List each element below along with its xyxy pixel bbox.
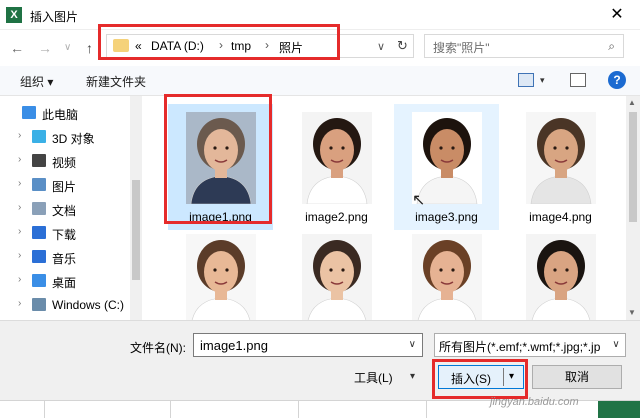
sidebar-item[interactable]: 此电脑: [0, 102, 132, 124]
drive-icon: [32, 298, 46, 311]
file-name: image2.png: [305, 210, 368, 224]
file-thumbnail[interactable]: image4.png: [508, 104, 613, 230]
filename-label: 文件名(N):: [130, 341, 186, 355]
sidebar-item-label: 文档: [52, 204, 77, 218]
file-name: image4.png: [529, 210, 592, 224]
download-icon: [32, 226, 46, 239]
portrait-photo: [412, 234, 482, 320]
file-thumbnail[interactable]: [168, 226, 273, 320]
command-toolbar: 组织 ▾ 新建文件夹 ▾ ?: [0, 66, 640, 96]
expand-arrow-icon[interactable]: ›: [18, 178, 21, 189]
navigation-bar: ← → ∨ ↑ « DATA (D:) › tmp › 照片 ∨ ↻ 搜索"照片…: [0, 24, 640, 64]
cube-icon: [32, 130, 46, 143]
expand-arrow-icon[interactable]: ›: [18, 226, 21, 237]
refresh-icon[interactable]: ↻: [397, 38, 408, 54]
expand-arrow-icon[interactable]: ›: [18, 130, 21, 141]
preview-pane-icon[interactable]: [570, 73, 586, 87]
file-thumbnail[interactable]: image3.png: [394, 104, 499, 230]
close-button[interactable]: ✕: [594, 0, 640, 30]
help-icon[interactable]: ?: [608, 71, 626, 89]
filename-value: image1.png: [200, 338, 268, 353]
music-icon: [32, 250, 46, 263]
file-type-select[interactable]: 所有图片(*.emf;*.wmf;*.jpg;*.jp ∨: [434, 333, 626, 357]
computer-icon: [22, 106, 36, 119]
search-icon[interactable]: ⌕: [608, 39, 615, 54]
sidebar-item[interactable]: › 文档: [0, 198, 132, 220]
window-title: 插入图片: [30, 10, 79, 24]
expand-arrow-icon[interactable]: ›: [18, 202, 21, 213]
watermark-text: jingyan.baidu.com: [490, 396, 579, 408]
file-thumbnail[interactable]: [394, 226, 499, 320]
recent-locations-dropdown[interactable]: ∨: [64, 42, 71, 53]
view-mode-icon[interactable]: [518, 73, 534, 87]
file-thumbnail[interactable]: [284, 226, 389, 320]
sidebar-item-label: 此电脑: [42, 108, 79, 122]
file-type-value: 所有图片(*.emf;*.wmf;*.jpg;*.jp: [439, 340, 601, 354]
file-thumbnail[interactable]: [508, 226, 613, 320]
forward-button[interactable]: →: [38, 40, 52, 56]
search-placeholder: 搜索"照片": [433, 41, 490, 55]
grid-line: [170, 401, 171, 418]
grid-line: [298, 401, 299, 418]
file-type-dropdown[interactable]: ∨: [607, 334, 625, 356]
sidebar-item-label: 下载: [52, 228, 77, 242]
tools-dropdown[interactable]: ▾: [410, 371, 415, 382]
filename-dropdown[interactable]: ∨: [409, 339, 416, 350]
sidebar-item[interactable]: › 图片: [0, 174, 132, 196]
sidebar-item-label: 视频: [52, 156, 77, 170]
sidebar-item-label: 3D 对象: [52, 132, 95, 146]
sidebar-item-label: 图片: [52, 180, 77, 194]
navigation-pane: 此电脑 › 3D 对象 › 视频 › 图片 › 文档 › 下载 › 音乐 › 桌面 › Windows (C:): [0, 96, 142, 320]
filename-input[interactable]: image1.png ∨: [193, 333, 423, 357]
sidebar-item[interactable]: › Windows (C:): [0, 294, 132, 316]
sidebar-item[interactable]: › 桌面: [0, 270, 132, 292]
new-folder-button[interactable]: 新建文件夹: [86, 73, 146, 90]
expand-arrow-icon[interactable]: ›: [18, 274, 21, 285]
portrait-photo: [526, 112, 596, 204]
address-dropdown[interactable]: ∨: [377, 40, 385, 53]
portrait-photo: [526, 234, 596, 320]
mouse-cursor-icon: ↖: [412, 192, 426, 209]
up-level-button[interactable]: ↑: [86, 40, 93, 56]
back-button[interactable]: ←: [10, 40, 24, 56]
expand-arrow-icon[interactable]: ›: [18, 154, 21, 165]
sidebar-item-label: 音乐: [52, 252, 77, 266]
document-icon: [32, 202, 46, 215]
expand-arrow-icon[interactable]: ›: [18, 298, 21, 309]
desktop-icon: [32, 274, 46, 287]
address-highlight-box: [98, 24, 340, 60]
scroll-up-arrow[interactable]: ▲: [628, 98, 636, 107]
content-scrollbar-thumb[interactable]: [629, 112, 637, 222]
insert-highlight-box: [432, 359, 528, 399]
sidebar-item-label: Windows (C:): [52, 298, 125, 312]
picture-icon: [32, 178, 46, 191]
dialog-footer: 文件名(N): image1.png ∨ 所有图片(*.emf;*.wmf;*.…: [0, 320, 640, 400]
sidebar-item-label: 桌面: [52, 276, 77, 290]
tools-button[interactable]: 工具(L): [354, 369, 393, 386]
sidebar-item[interactable]: › 音乐: [0, 246, 132, 268]
file-name: image3.png: [415, 210, 478, 224]
organize-button[interactable]: 组织 ▾: [20, 73, 53, 90]
view-mode-dropdown[interactable]: ▾: [540, 75, 545, 86]
sidebar-item[interactable]: › 3D 对象: [0, 126, 132, 148]
sidebar-item[interactable]: › 视频: [0, 150, 132, 172]
search-input[interactable]: 搜索"照片" ⌕: [424, 34, 624, 58]
portrait-photo: [186, 234, 256, 320]
selected-file-highlight-box: [164, 94, 272, 224]
portrait-photo: [302, 112, 372, 204]
expand-arrow-icon[interactable]: ›: [18, 250, 21, 261]
scroll-down-arrow[interactable]: ▼: [628, 308, 636, 317]
video-icon: [32, 154, 46, 167]
grid-line: [44, 401, 45, 418]
file-thumbnail[interactable]: image2.png: [284, 104, 389, 230]
excel-green-edge: [598, 401, 640, 418]
portrait-photo: [302, 234, 372, 320]
sidebar-item[interactable]: › 下载: [0, 222, 132, 244]
cancel-button[interactable]: 取消: [532, 365, 622, 389]
excel-app-icon: X: [6, 7, 22, 23]
sidebar-scrollbar-thumb[interactable]: [132, 180, 140, 280]
grid-line: [426, 401, 427, 418]
